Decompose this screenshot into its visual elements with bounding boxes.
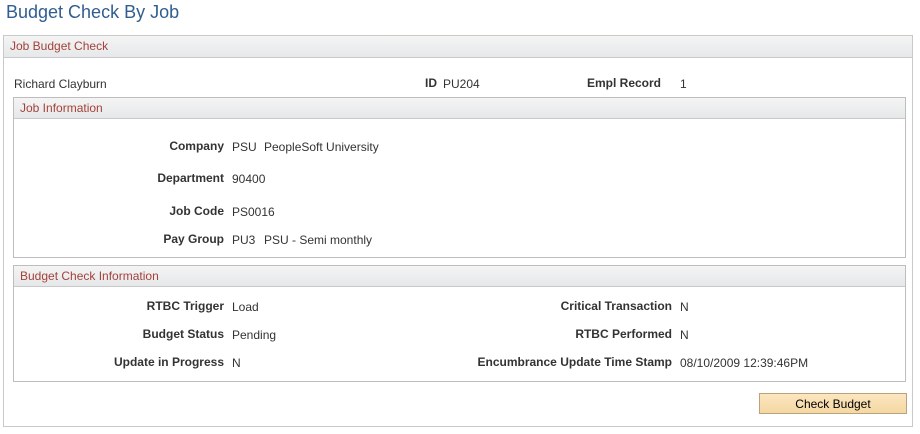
id-label: ID xyxy=(425,76,437,90)
page-title: Budget Check By Job xyxy=(6,2,180,22)
empl-record-value: 1 xyxy=(680,77,687,91)
rtbc-trigger-label: RTBC Trigger xyxy=(146,299,224,313)
critical-transaction-value: N xyxy=(680,300,689,314)
budget-check-information-header: Budget Check Information xyxy=(14,266,905,287)
pay-group-code: PU3 xyxy=(232,233,256,247)
critical-transaction-label: Critical Transaction xyxy=(560,299,672,313)
department-label: Department xyxy=(157,171,224,185)
rtbc-performed-value: N xyxy=(680,328,689,342)
job-code-value: PS0016 xyxy=(232,205,275,219)
rtbc-performed-label: RTBC Performed xyxy=(575,327,672,341)
budget-status-value: Pending xyxy=(232,328,277,342)
job-information-title: Job Information xyxy=(20,101,103,115)
company-label: Company xyxy=(169,139,224,153)
rtbc-trigger-value: Load xyxy=(232,300,259,314)
job-budget-check-title: Job Budget Check xyxy=(10,39,109,53)
pay-group-description: PSU - Semi monthly xyxy=(264,233,373,247)
pay-group-label: Pay Group xyxy=(163,232,224,246)
company-description: PeopleSoft University xyxy=(264,140,379,154)
encumbrance-timestamp-label: Encumbrance Update Time Stamp xyxy=(477,355,673,369)
empl-record-label: Empl Record xyxy=(587,76,662,90)
budget-status-label: Budget Status xyxy=(142,327,224,341)
update-in-progress-value: N xyxy=(232,356,241,370)
budget-check-information-title: Budget Check Information xyxy=(20,269,159,283)
update-in-progress-label: Update in Progress xyxy=(113,355,224,369)
job-code-label: Job Code xyxy=(169,204,224,218)
check-budget-button[interactable]: Check Budget xyxy=(759,393,907,414)
employee-name: Richard Clayburn xyxy=(14,77,107,91)
department-value: 90400 xyxy=(232,172,266,186)
id-value: PU204 xyxy=(443,77,480,91)
company-code: PSU xyxy=(232,140,257,154)
job-information-header: Job Information xyxy=(14,98,905,119)
encumbrance-timestamp-value: 08/10/2009 12:39:46PM xyxy=(680,356,809,370)
job-budget-check-header: Job Budget Check xyxy=(4,36,912,58)
